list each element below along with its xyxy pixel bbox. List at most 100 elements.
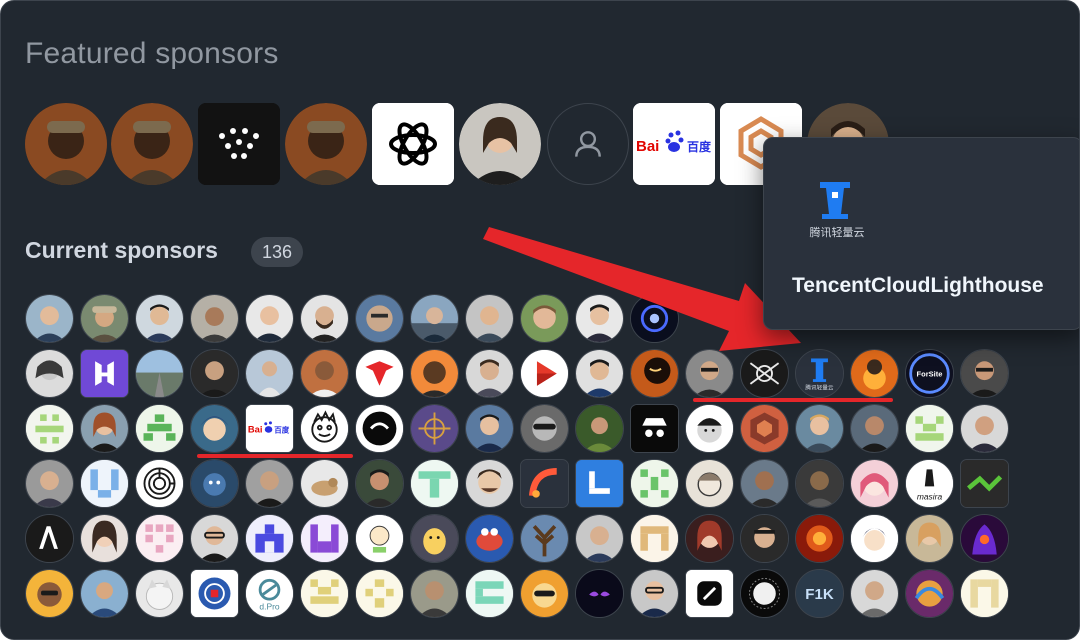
sponsor-avatar[interactable] — [25, 294, 74, 343]
sponsor-avatar[interactable] — [465, 404, 514, 453]
sponsor-red-logo[interactable] — [355, 349, 404, 398]
sponsor-maze-logo[interactable] — [135, 459, 184, 508]
sponsor-avatar[interactable] — [80, 514, 129, 563]
sponsor-avatar[interactable] — [135, 349, 184, 398]
sponsor-avatar[interactable] — [245, 459, 294, 508]
sponsor-avatar[interactable] — [465, 349, 514, 398]
sponsor-avatar[interactable] — [355, 294, 404, 343]
sponsor-avatar[interactable] — [685, 404, 734, 453]
sponsor-identicon[interactable] — [630, 459, 679, 508]
sponsor-avatar[interactable] — [190, 349, 239, 398]
sponsor-avatar[interactable] — [850, 514, 899, 563]
sponsor-avatar[interactable] — [630, 294, 679, 343]
sponsor-identicon[interactable] — [355, 569, 404, 618]
sponsor-avatar[interactable] — [465, 459, 514, 508]
sponsor-avatar[interactable] — [575, 294, 624, 343]
sponsor-block-logo[interactable] — [685, 569, 734, 618]
sponsor-doc-logo[interactable] — [575, 459, 624, 508]
sponsor-avatar[interactable] — [410, 349, 459, 398]
sponsor-avatar[interactable] — [135, 569, 184, 618]
sponsor-avatar[interactable] — [190, 514, 239, 563]
sponsor-avatar[interactable] — [575, 404, 624, 453]
sponsor-identicon[interactable] — [300, 569, 349, 618]
featured-sponsor-dots-logo[interactable] — [198, 103, 280, 185]
sponsor-dpro-logo[interactable]: d.Pro — [245, 569, 294, 618]
featured-sponsor-avatar[interactable] — [285, 103, 367, 185]
sponsor-avatar[interactable] — [850, 404, 899, 453]
sponsor-avatar[interactable] — [520, 294, 569, 343]
sponsor-avatar[interactable] — [190, 459, 239, 508]
sponsor-avatar[interactable] — [740, 349, 789, 398]
sponsor-identicon[interactable] — [25, 404, 74, 453]
sponsor-avatar[interactable] — [190, 294, 239, 343]
sponsor-identicon[interactable] — [300, 514, 349, 563]
sponsor-avatar[interactable] — [80, 404, 129, 453]
sponsor-avatar[interactable] — [355, 459, 404, 508]
featured-sponsor-openai-logo[interactable] — [372, 103, 454, 185]
sponsor-avatar[interactable] — [795, 404, 844, 453]
sponsor-avatar[interactable] — [190, 404, 239, 453]
sponsor-avatar[interactable] — [25, 459, 74, 508]
sponsor-avatar[interactable] — [850, 349, 899, 398]
default-avatar-icon[interactable] — [547, 103, 629, 185]
sponsor-identicon[interactable] — [245, 514, 294, 563]
sponsor-lighthouse-logo[interactable]: 腾讯轻量云 — [795, 349, 844, 398]
sponsor-avatar[interactable] — [960, 404, 1009, 453]
sponsor-identicon[interactable] — [465, 569, 514, 618]
sponsor-avatar[interactable] — [850, 459, 899, 508]
sponsor-identicon[interactable] — [135, 514, 184, 563]
sponsor-identicon[interactable] — [905, 404, 954, 453]
sponsor-avatar[interactable] — [740, 404, 789, 453]
sponsor-avatar[interactable] — [465, 294, 514, 343]
sponsor-avatar[interactable] — [410, 514, 459, 563]
sponsor-circle-logo[interactable] — [190, 569, 239, 618]
sponsor-chart-logo[interactable] — [960, 459, 1009, 508]
sponsor-identicon[interactable] — [410, 459, 459, 508]
tooltip-sponsor-name[interactable]: TencentCloudLighthouse — [792, 274, 1044, 298]
sponsor-avatar[interactable] — [25, 569, 74, 618]
sponsor-avatar[interactable] — [355, 514, 404, 563]
sponsor-avatar[interactable] — [520, 404, 569, 453]
sponsor-avatar[interactable] — [575, 569, 624, 618]
sponsor-identicon[interactable] — [960, 569, 1009, 618]
sponsor-avatar[interactable] — [25, 349, 74, 398]
sponsor-avatar[interactable] — [795, 514, 844, 563]
sponsor-avatar[interactable] — [300, 294, 349, 343]
sponsor-avatar[interactable] — [520, 514, 569, 563]
sponsor-avatar[interactable] — [685, 459, 734, 508]
sponsor-avatar[interactable] — [575, 349, 624, 398]
sponsor-identicon[interactable] — [80, 459, 129, 508]
featured-sponsor-baidu-logo[interactable]: Bai 百度 — [633, 103, 715, 185]
sponsor-avatar[interactable] — [300, 459, 349, 508]
sponsor-avatar[interactable] — [465, 514, 514, 563]
sponsor-avatar[interactable] — [245, 349, 294, 398]
sponsor-avatar[interactable] — [740, 459, 789, 508]
sponsor-avatar[interactable] — [410, 294, 459, 343]
sponsor-spy-logo[interactable] — [630, 404, 679, 453]
sponsor-avatar[interactable] — [740, 514, 789, 563]
sponsor-black-logo[interactable] — [355, 404, 404, 453]
sponsor-avatar[interactable] — [575, 514, 624, 563]
sponsor-avatar[interactable] — [685, 514, 734, 563]
sponsor-h-logo[interactable] — [80, 349, 129, 398]
sponsor-avatar[interactable] — [245, 294, 294, 343]
sponsor-avatar[interactable] — [80, 569, 129, 618]
sponsor-avatar[interactable] — [905, 569, 954, 618]
sponsor-masira-logo[interactable]: masira — [905, 459, 954, 508]
featured-sponsor-avatar[interactable] — [111, 103, 193, 185]
sponsor-baidu-logo[interactable]: Bai 百度 — [245, 404, 294, 453]
sponsor-avatar[interactable] — [685, 349, 734, 398]
featured-sponsor-avatar[interactable] — [459, 103, 541, 185]
featured-sponsor-avatar[interactable] — [25, 103, 107, 185]
sponsor-avatar[interactable] — [795, 459, 844, 508]
sponsor-avatar[interactable] — [300, 404, 349, 453]
sponsor-avatar[interactable] — [630, 349, 679, 398]
sponsor-avatar[interactable] — [960, 349, 1009, 398]
sponsor-play-logo[interactable] — [520, 349, 569, 398]
sponsor-avatar[interactable] — [410, 404, 459, 453]
sponsor-avatar[interactable] — [410, 569, 459, 618]
sponsor-avatar[interactable] — [740, 569, 789, 618]
sponsor-avatar[interactable] — [630, 569, 679, 618]
sponsor-avatar[interactable] — [300, 349, 349, 398]
sponsor-fik-logo[interactable]: F1K — [795, 569, 844, 618]
